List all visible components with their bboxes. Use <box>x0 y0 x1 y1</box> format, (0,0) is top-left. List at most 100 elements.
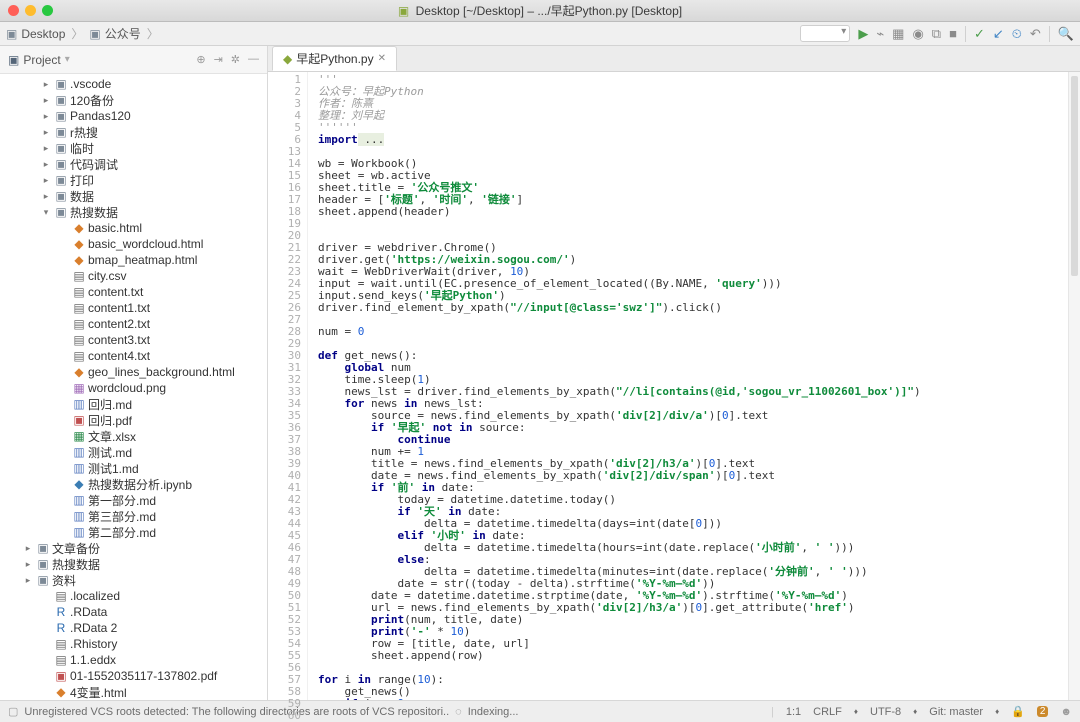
tree-item[interactable]: ▸▣120备份 <box>0 92 267 108</box>
chevron-icon[interactable]: ▸ <box>40 127 52 138</box>
tree-item[interactable]: ◆basic_wordcloud.html <box>0 236 267 252</box>
tree-item[interactable]: ▸▣热搜数据 <box>0 556 267 572</box>
tree-item[interactable]: ▤content3.txt <box>0 332 267 348</box>
status-position[interactable]: 1:1 <box>786 706 801 718</box>
tree-item[interactable]: ▤content4.txt <box>0 348 267 364</box>
chevron-icon[interactable]: ▸ <box>40 79 52 90</box>
tree-item[interactable]: ◆basic.html <box>0 220 267 236</box>
search-icon[interactable]: 🔍 <box>1058 26 1074 42</box>
tree-item[interactable]: ▸▣代码调试 <box>0 156 267 172</box>
tree-item[interactable]: ▥回归.md <box>0 396 267 412</box>
chevron-icon[interactable]: ▸ <box>22 559 34 570</box>
tree-item[interactable]: ▤content.txt <box>0 284 267 300</box>
tree-item[interactable]: R.RData 2 <box>0 620 267 636</box>
md-icon: ▥ <box>70 525 88 539</box>
hide-icon[interactable]: — <box>248 53 259 66</box>
tree-item-label: city.csv <box>88 269 126 283</box>
tree-item-label: 4变量.html <box>70 684 127 701</box>
status-branch[interactable]: Git: master <box>929 706 983 718</box>
chevron-icon[interactable]: ▾ <box>40 207 52 218</box>
tree-item[interactable]: ▸▣打印 <box>0 172 267 188</box>
scroll-from-source-icon[interactable]: ⊕ <box>196 53 205 66</box>
gear-icon[interactable]: ✲ <box>231 53 240 66</box>
stop-icon[interactable]: ■ <box>949 26 957 41</box>
scrollbar-track[interactable] <box>1068 72 1080 700</box>
debug-icon[interactable]: ⌁ <box>876 26 884 42</box>
maximize-icon[interactable] <box>42 5 53 16</box>
tree-item[interactable]: ◆geo_lines_background.html <box>0 364 267 380</box>
project-tree[interactable]: ▸▣.vscode▸▣120备份▸▣Pandas120▸▣r热搜▸▣临时▸▣代码… <box>0 74 267 700</box>
breadcrumb-root[interactable]: Desktop <box>21 27 65 41</box>
vcs-revert-icon[interactable]: ↶ <box>1030 26 1041 42</box>
close-icon[interactable]: ✕ <box>378 53 386 64</box>
concurrency-icon[interactable]: ⧉ <box>932 26 941 42</box>
chevron-icon[interactable]: ▸ <box>40 191 52 202</box>
tree-item[interactable]: ▸▣临时 <box>0 140 267 156</box>
tree-item[interactable]: ▤1.1.eddx <box>0 652 267 668</box>
profile-icon[interactable]: ◉ <box>912 26 923 42</box>
status-encoding[interactable]: UTF-8 <box>870 706 901 718</box>
tree-item[interactable]: ▸▣Pandas120 <box>0 108 267 124</box>
chevron-icon[interactable]: ▸ <box>40 111 52 122</box>
tree-item[interactable]: ▤.localized <box>0 588 267 604</box>
tool-window-icon[interactable]: ▢ <box>8 705 18 718</box>
tree-item[interactable]: ▥测试1.md <box>0 460 267 476</box>
warnings-badge[interactable]: 2 <box>1037 706 1049 717</box>
tree-item[interactable]: ▦文章.xlsx <box>0 428 267 444</box>
tree-item[interactable]: ▸▣文章备份 <box>0 540 267 556</box>
tree-item[interactable]: ▤content1.txt <box>0 300 267 316</box>
tree-item[interactable]: ◆bmap_heatmap.html <box>0 252 267 268</box>
tree-item[interactable]: ▤.Rhistory <box>0 636 267 652</box>
collapse-icon[interactable]: ⇥ <box>214 53 223 66</box>
breadcrumb-folder[interactable]: 公众号 <box>105 25 141 42</box>
chevron-icon[interactable]: ▸ <box>40 159 52 170</box>
status-eol[interactable]: CRLF <box>813 706 842 718</box>
tree-item[interactable]: ▸▣r热搜 <box>0 124 267 140</box>
tree-item[interactable]: ▸▣数据 <box>0 188 267 204</box>
tree-item-label: basic.html <box>88 221 142 235</box>
folder-icon: ▣ <box>52 77 70 91</box>
tree-item-label: content1.txt <box>88 301 150 315</box>
window-controls[interactable] <box>8 5 53 16</box>
run-config-combo[interactable] <box>800 25 850 42</box>
tree-item[interactable]: ▤content2.txt <box>0 316 267 332</box>
code-editor[interactable]: '''公众号：早起Python作者：陈熹整理：刘早起''''''import .… <box>308 72 1068 700</box>
chevron-icon[interactable]: ▸ <box>22 543 34 554</box>
tree-item[interactable]: ▣回归.pdf <box>0 412 267 428</box>
tree-item[interactable]: ▥第一部分.md <box>0 492 267 508</box>
tree-item[interactable]: ▸▣.vscode <box>0 76 267 92</box>
tree-item[interactable]: ▦wordcloud.png <box>0 380 267 396</box>
tree-item[interactable]: ▥测试.md <box>0 444 267 460</box>
scrollbar-thumb[interactable] <box>1071 76 1078 276</box>
tab-file[interactable]: ◆ 早起Python.py ✕ <box>272 46 397 71</box>
vcs-commit-icon[interactable]: ↙ <box>993 26 1004 42</box>
tree-item[interactable]: ◆热搜数据分析.ipynb <box>0 476 267 492</box>
tree-item[interactable]: ▤city.csv <box>0 268 267 284</box>
coverage-icon[interactable]: ▦ <box>892 26 904 42</box>
tree-item[interactable]: ▥第三部分.md <box>0 508 267 524</box>
spinner-icon: ◌ <box>455 706 462 718</box>
run-icon[interactable]: ▶ <box>858 26 868 42</box>
tree-item[interactable]: ▥第二部分.md <box>0 524 267 540</box>
breadcrumb[interactable]: ▣ Desktop 〉 ▣ 公众号 〉 <box>6 25 161 42</box>
lock-icon[interactable]: 🔒 <box>1011 705 1025 718</box>
tab-label: 早起Python.py <box>296 50 373 67</box>
folder-icon: ▣ <box>52 157 70 171</box>
tree-item[interactable]: ▸▣资料 <box>0 572 267 588</box>
editor-tabbar: ◆ 早起Python.py ✕ <box>268 46 1080 72</box>
tree-item[interactable]: R.RData <box>0 604 267 620</box>
feedback-icon[interactable]: ☻ <box>1060 706 1072 718</box>
vcs-update-icon[interactable]: ✓ <box>974 26 985 42</box>
close-icon[interactable] <box>8 5 19 16</box>
tree-item[interactable]: ▾▣热搜数据 <box>0 204 267 220</box>
minimize-icon[interactable] <box>25 5 36 16</box>
chevron-down-icon[interactable]: ▾ <box>65 54 70 65</box>
tree-item[interactable]: ▣01-1552035117-137802.pdf <box>0 668 267 684</box>
folder-icon: ▣ <box>89 27 100 41</box>
chevron-icon[interactable]: ▸ <box>40 143 52 154</box>
tree-item[interactable]: ◆4变量.html <box>0 684 267 700</box>
chevron-icon[interactable]: ▸ <box>22 575 34 586</box>
chevron-icon[interactable]: ▸ <box>40 175 52 186</box>
chevron-icon[interactable]: ▸ <box>40 95 52 106</box>
vcs-history-icon[interactable]: ⏲ <box>1012 26 1022 42</box>
